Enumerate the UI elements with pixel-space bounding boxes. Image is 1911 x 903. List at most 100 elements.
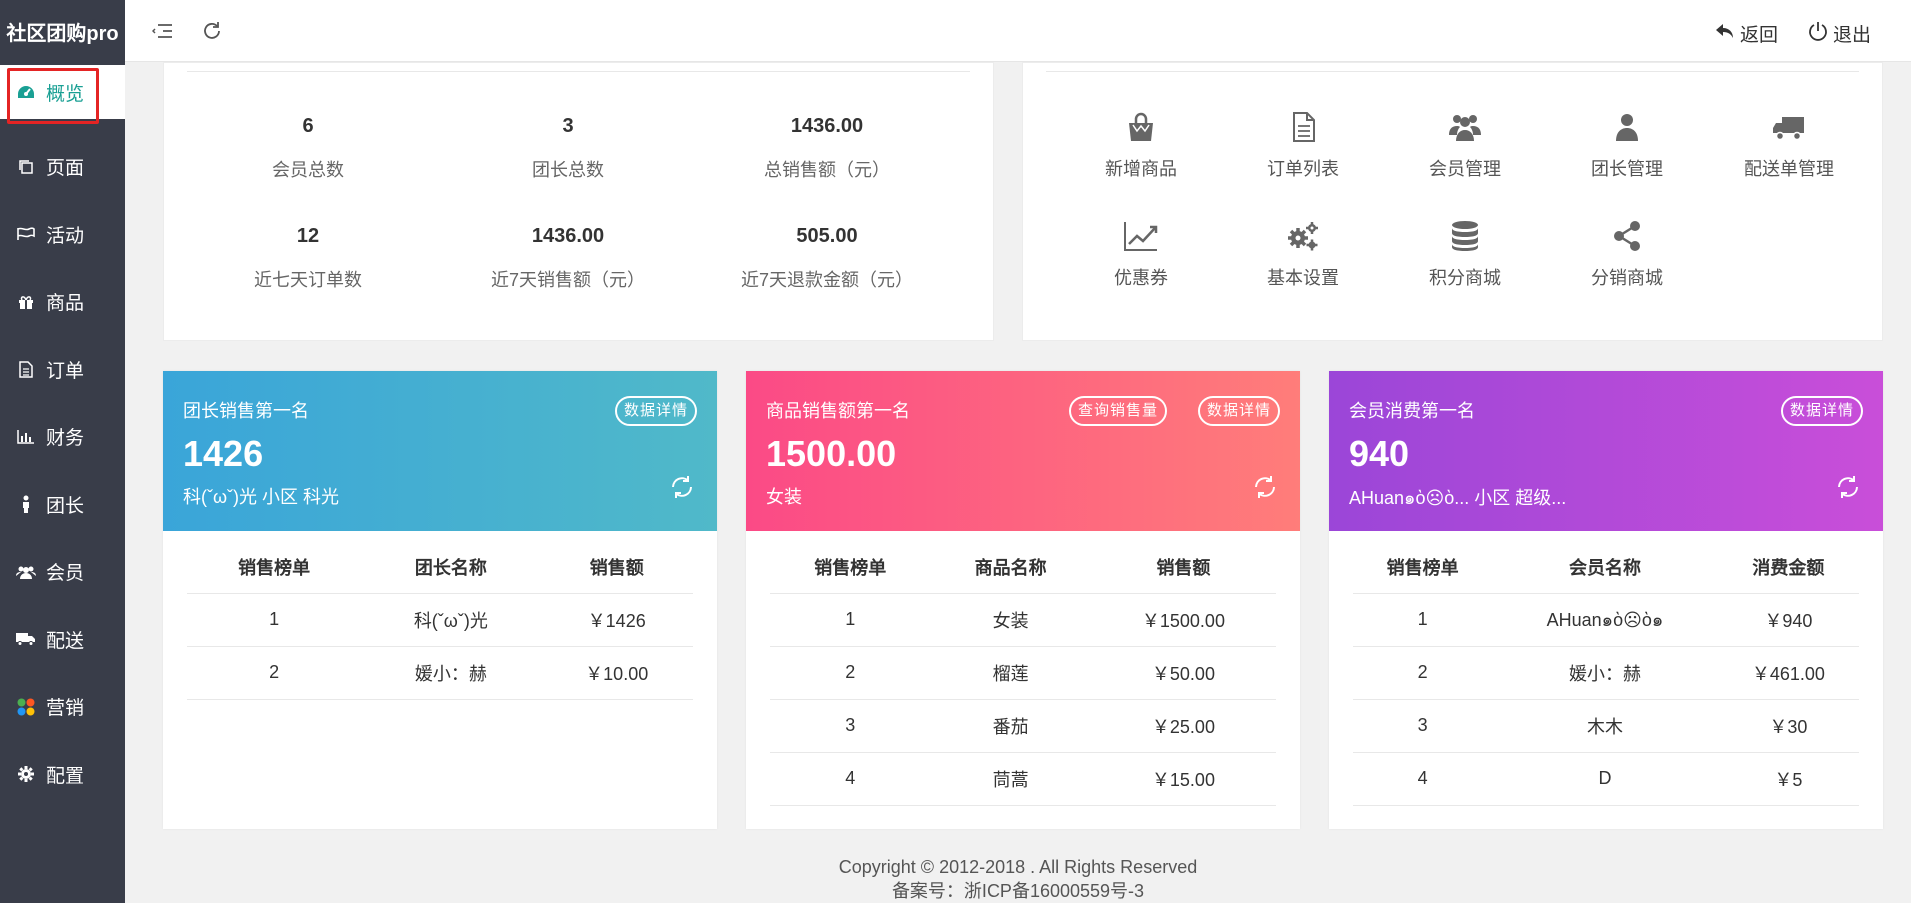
sidebar-item-pages[interactable]: 页面 — [0, 133, 125, 201]
quick-link-label: 订单列表 — [1267, 159, 1339, 179]
rank-cell: 2 — [187, 646, 362, 700]
name-cell: 媛小：赫 — [361, 646, 541, 700]
stat-value: 1436.00 — [790, 115, 864, 137]
sidebar-item-label: 营销 — [46, 698, 85, 720]
sidebar-item-label: 概览 — [46, 83, 85, 105]
app-brand: 社区团购pro — [0, 0, 125, 62]
card-header: 会员消费第一名 940 AHuan๑ὸ☹ὸ... 小区 超级... 数据详情 — [1329, 371, 1883, 531]
sidebar-item-label: 会员 — [46, 563, 85, 585]
quick-link-coupons[interactable]: 优惠券 — [1066, 220, 1216, 290]
data-detail-button[interactable]: 数据详情 — [1197, 396, 1280, 426]
quick-link-points-mall[interactable]: 积分商城 — [1390, 220, 1540, 290]
leader-sales-card: 团长销售第一名 1426 科(ˇωˇ)光 小区 科光 数据详情 销售榜单 团长名… — [163, 371, 717, 829]
bar-chart-icon — [16, 427, 36, 447]
stat-label: 总销售额（元） — [764, 160, 890, 180]
icp-record-link[interactable]: 备案号：浙ICP备16000559号-3 — [125, 879, 1911, 903]
sidebar-item-finance[interactable]: 财务 — [0, 403, 125, 471]
quick-link-label: 会员管理 — [1429, 159, 1501, 179]
stat-label: 近7天销售额（元） — [490, 270, 645, 290]
card-header: 商品销售额第一名 1500.00 女装 查询销售量 数据详情 — [746, 371, 1300, 531]
quick-link-order-list[interactable]: 订单列表 — [1228, 111, 1378, 181]
sidebar-item-members[interactable]: 会员 — [0, 538, 125, 606]
column-header: 消费金额 — [1717, 541, 1859, 594]
name-cell: 媛小：赫 — [1492, 646, 1718, 700]
stat-label: 近七天订单数 — [254, 270, 362, 290]
truck-icon — [1773, 117, 1804, 141]
member-spending-card: 会员消费第一名 940 AHuan๑ὸ☹ὸ... 小区 超级... 数据详情 销… — [1329, 371, 1883, 829]
share-icon — [1614, 221, 1640, 251]
amount-cell: ￥461.00 — [1717, 646, 1859, 700]
quick-link-delivery-manage[interactable]: 配送单管理 — [1714, 111, 1864, 181]
quick-link-distribution-mall[interactable]: 分销商城 — [1552, 220, 1702, 290]
quick-link-add-product[interactable]: 新增商品 — [1066, 111, 1216, 181]
line-chart-icon — [1124, 222, 1158, 251]
divider — [1046, 71, 1859, 72]
menu-collapse-icon[interactable] — [151, 20, 174, 42]
quick-link-member-manage[interactable]: 会员管理 — [1390, 111, 1540, 181]
stat-value: 3 — [562, 115, 574, 137]
sidebar-item-activities[interactable]: 活动 — [0, 201, 125, 269]
logout-button[interactable]: 退出 — [1808, 20, 1871, 47]
table-row: 2 媛小：赫 ￥10.00 — [187, 646, 693, 700]
quick-link-label: 优惠券 — [1114, 268, 1168, 288]
amount-cell: ￥15.00 — [1090, 752, 1276, 806]
name-cell: 木木 — [1492, 699, 1718, 753]
sidebar-item-overview[interactable]: 概览 — [0, 65, 125, 124]
amount-cell: ￥30 — [1717, 699, 1859, 753]
footer: Copyright © 2012-2018 . All Rights Reser… — [125, 855, 1911, 903]
quick-link-leader-manage[interactable]: 团长管理 — [1552, 111, 1702, 181]
data-detail-button[interactable]: 数据详情 — [1780, 396, 1863, 426]
rank-cell: 2 — [770, 646, 931, 700]
refresh-icon[interactable] — [201, 20, 223, 42]
refresh-icon[interactable] — [1252, 474, 1278, 500]
stat-week-sales: 1436.00 近7天销售额（元） — [438, 225, 698, 292]
table-header-row: 销售榜单 商品名称 销售额 — [770, 541, 1276, 594]
quick-link-basic-settings[interactable]: 基本设置 — [1228, 220, 1378, 290]
refresh-icon[interactable] — [669, 474, 695, 500]
table-row: 1 科(ˇωˇ)光 ￥1426 — [187, 593, 693, 647]
rank-cell: 3 — [770, 699, 931, 753]
sidebar-item-marketing[interactable]: 营销 — [0, 673, 125, 741]
logout-label: 退出 — [1832, 25, 1871, 46]
card-value: 1426 — [183, 433, 264, 474]
refresh-icon[interactable] — [1835, 474, 1861, 500]
sidebar: 社区团购pro 概览 页面 活动 商品 订单 财务 团长 会员 配送 营销 配置 — [0, 0, 125, 903]
column-header: 销售额 — [1090, 541, 1276, 594]
stat-week-orders: 12 近七天订单数 — [178, 225, 438, 292]
shopping-bag-icon — [1129, 112, 1153, 141]
sidebar-item-delivery[interactable]: 配送 — [0, 606, 125, 674]
quick-link-label: 积分商城 — [1429, 268, 1501, 288]
sidebar-item-label: 团长 — [46, 495, 85, 517]
column-header: 销售榜单 — [187, 541, 362, 594]
apps-icon — [16, 697, 36, 717]
card-value: 940 — [1349, 433, 1410, 474]
sidebar-item-leaders[interactable]: 团长 — [0, 471, 125, 539]
rank-cell: 2 — [1353, 646, 1493, 700]
ranking-table: 销售榜单 团长名称 销售额 1 科(ˇωˇ)光 ￥1426 2 媛小：赫 ￥10… — [187, 541, 693, 700]
flag-icon — [16, 224, 36, 244]
sidebar-item-orders[interactable]: 订单 — [0, 336, 125, 404]
rank-cell: 4 — [1353, 752, 1493, 806]
column-header: 会员名称 — [1492, 541, 1718, 594]
sidebar-item-products[interactable]: 商品 — [0, 268, 125, 336]
column-header: 销售榜单 — [1353, 541, 1493, 594]
quick-links-panel: 新增商品 订单列表 会员管理 团长管理 配送单管理 优惠券 基本设置 积分商城 … — [1022, 62, 1883, 341]
card-value: 1500.00 — [766, 433, 897, 474]
card-header: 团长销售第一名 1426 科(ˇωˇ)光 小区 科光 数据详情 — [163, 371, 717, 531]
stat-week-refund: 505.00 近7天退款金额（元） — [697, 225, 957, 292]
back-button[interactable]: 返回 — [1715, 20, 1778, 47]
column-header: 销售榜单 — [770, 541, 931, 594]
top-header: 返回 退出 — [125, 0, 1911, 62]
sidebar-item-config[interactable]: 配置 — [0, 741, 125, 809]
stat-label: 会员总数 — [272, 160, 344, 180]
query-sales-volume-button[interactable]: 查询销售量 — [1068, 396, 1167, 426]
table-row: 4 茼蒿 ￥15.00 — [770, 752, 1276, 806]
data-detail-button[interactable]: 数据详情 — [614, 396, 697, 426]
copy-icon — [16, 157, 36, 177]
table-header-row: 销售榜单 团长名称 销售额 — [187, 541, 693, 594]
table-row: 3 番茄 ￥25.00 — [770, 699, 1276, 753]
quick-link-label: 基本设置 — [1267, 268, 1339, 288]
stat-sales-total: 1436.00 总销售额（元） — [697, 115, 957, 182]
name-cell: 茼蒿 — [930, 752, 1091, 806]
ranking-table: 销售榜单 会员名称 消费金额 1 AHuan๑ὸ☹ὸ๑ ￥940 2 媛小：赫 … — [1353, 541, 1859, 806]
